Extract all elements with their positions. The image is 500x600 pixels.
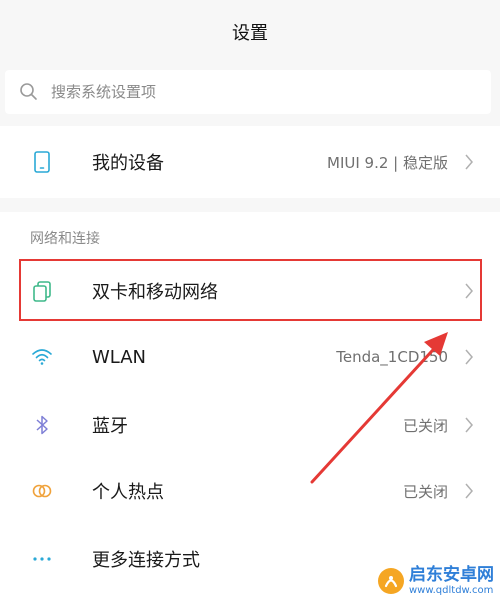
row-value: MIUI 9.2 | 稳定版: [327, 153, 448, 172]
row-value: Tenda_1CD150: [336, 348, 448, 366]
search-input[interactable]: [51, 70, 471, 114]
bluetooth-row[interactable]: 蓝牙 已关闭: [0, 392, 500, 458]
row-label: 蓝牙: [92, 416, 128, 437]
watermark-logo: 启东安卓网 www.qdltdw.com: [377, 566, 494, 596]
my-device-row[interactable]: 我的设备 MIUI 9.2 | 稳定版: [0, 129, 500, 195]
chevron-right-icon: [465, 283, 473, 299]
title-bar: 设置: [0, 0, 500, 64]
more-dots-icon: [33, 557, 51, 561]
watermark-url: www.qdltdw.com: [409, 585, 494, 596]
phone-icon: [34, 151, 50, 173]
watermark-icon: [378, 568, 404, 595]
hotspot-icon: [32, 484, 52, 498]
chevron-right-icon: [465, 349, 473, 365]
device-card: 我的设备 MIUI 9.2 | 稳定版: [0, 126, 500, 198]
row-label: 个人热点: [92, 482, 164, 503]
row-value: 已关闭: [402, 482, 448, 501]
dual-sim-icon: [33, 281, 51, 302]
chevron-right-icon: [465, 154, 473, 170]
row-label: 我的设备: [92, 153, 164, 174]
search-icon: [20, 83, 37, 100]
search-box[interactable]: [5, 70, 491, 114]
wifi-icon: [32, 349, 52, 365]
dual-sim-row[interactable]: 双卡和移动网络: [0, 258, 500, 324]
row-value: 已关闭: [402, 416, 448, 435]
hotspot-row[interactable]: 个人热点 已关闭: [0, 458, 500, 524]
page-title: 设置: [232, 23, 268, 44]
row-label: WLAN: [92, 346, 147, 368]
row-label: 更多连接方式: [92, 550, 200, 571]
section-header: 网络和连接: [30, 231, 100, 247]
watermark-name: 启东安卓网: [409, 565, 494, 586]
row-label: 双卡和移动网络: [92, 282, 218, 303]
wlan-row[interactable]: WLAN Tenda_1CD150: [0, 324, 500, 390]
chevron-right-icon: [465, 483, 473, 499]
bluetooth-icon: [36, 415, 48, 435]
chevron-right-icon: [465, 417, 473, 433]
